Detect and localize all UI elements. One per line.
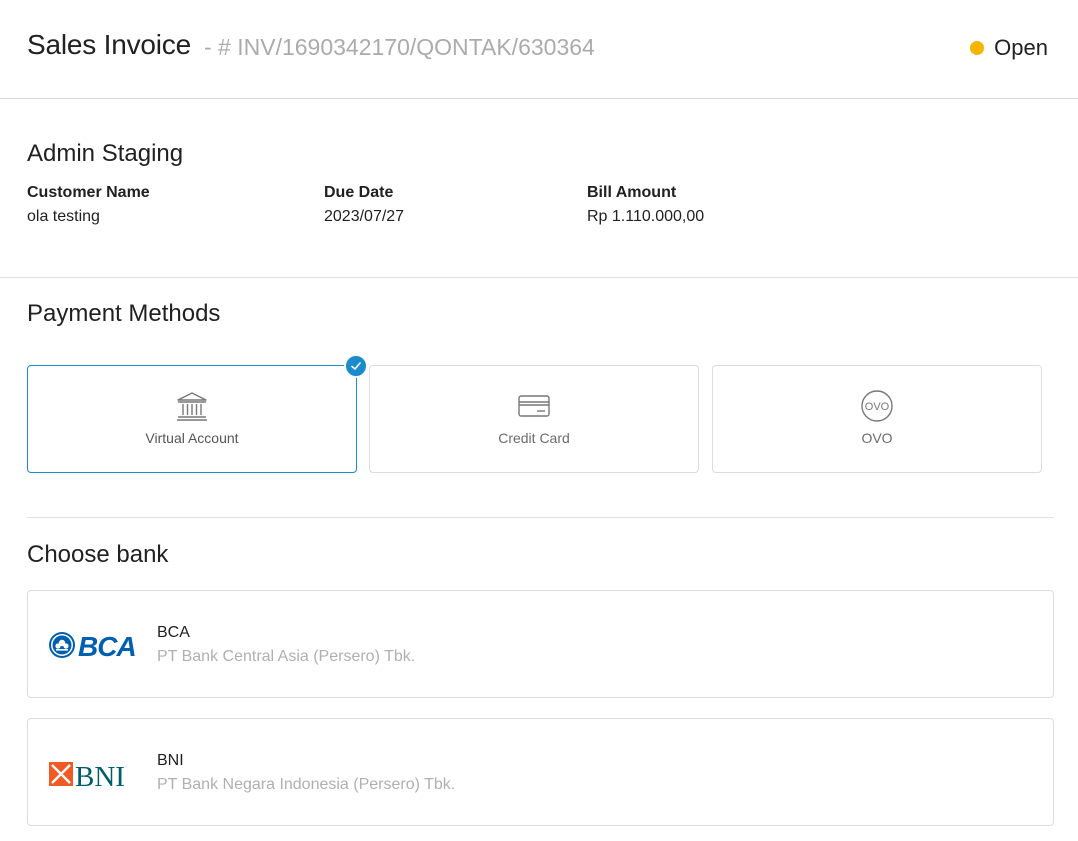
bill-amount-value: Rp 1.110.000,00	[587, 208, 705, 225]
customer-name-value: ola testing	[27, 208, 100, 225]
due-date-value: 2023/07/27	[324, 208, 405, 225]
due-date-label: Due Date	[324, 184, 394, 201]
bca-logo-text: BCA	[78, 631, 136, 662]
bank-code: BCA	[157, 624, 190, 641]
divider	[27, 517, 1054, 518]
bill-amount-label: Bill Amount	[587, 184, 677, 201]
bank-option-bni[interactable]: BNI BNI PT Bank Negara Indonesia (Perser…	[27, 718, 1054, 826]
bank-option-bca[interactable]: BCA BCA PT Bank Central Asia (Persero) T…	[27, 590, 1054, 698]
bank-building-icon	[174, 388, 210, 424]
status-badge: Open	[970, 35, 1048, 61]
method-label: Virtual Account	[145, 430, 239, 446]
bank-name: PT Bank Central Asia (Persero) Tbk.	[157, 648, 416, 665]
divider	[0, 277, 1078, 278]
ovo-icon-text: OVO	[865, 401, 890, 413]
page-title: Sales Invoice	[27, 29, 191, 60]
invoice-number: - # INV/1690342170/QONTAK/630364	[204, 34, 595, 60]
credit-card-icon	[516, 388, 552, 424]
customer-name-label: Customer Name	[27, 184, 150, 201]
method-label: Credit Card	[498, 430, 570, 446]
invoice-header: Sales Invoice - # INV/1690342170/QONTAK/…	[0, 0, 1078, 99]
choose-bank-title: Choose bank	[27, 541, 169, 568]
ovo-icon: OVO	[859, 388, 895, 424]
method-virtual-account[interactable]: Virtual Account	[27, 354, 368, 473]
payment-methods-title: Payment Methods	[27, 300, 221, 327]
status-label: Open	[994, 35, 1048, 60]
company-name: Admin Staging	[27, 140, 184, 167]
bca-logo: BCA	[47, 625, 139, 665]
check-icon	[344, 354, 368, 378]
bni-logo-text: BNI	[75, 761, 125, 793]
bank-code: BNI	[157, 752, 184, 769]
bank-name: PT Bank Negara Indonesia (Persero) Tbk.	[157, 776, 456, 793]
bni-logo: BNI	[47, 753, 139, 793]
status-dot-icon	[970, 41, 985, 55]
method-label: OVO	[861, 430, 893, 446]
method-ovo[interactable]: OVO OVO	[712, 365, 1042, 473]
method-credit-card[interactable]: Credit Card	[369, 365, 699, 473]
